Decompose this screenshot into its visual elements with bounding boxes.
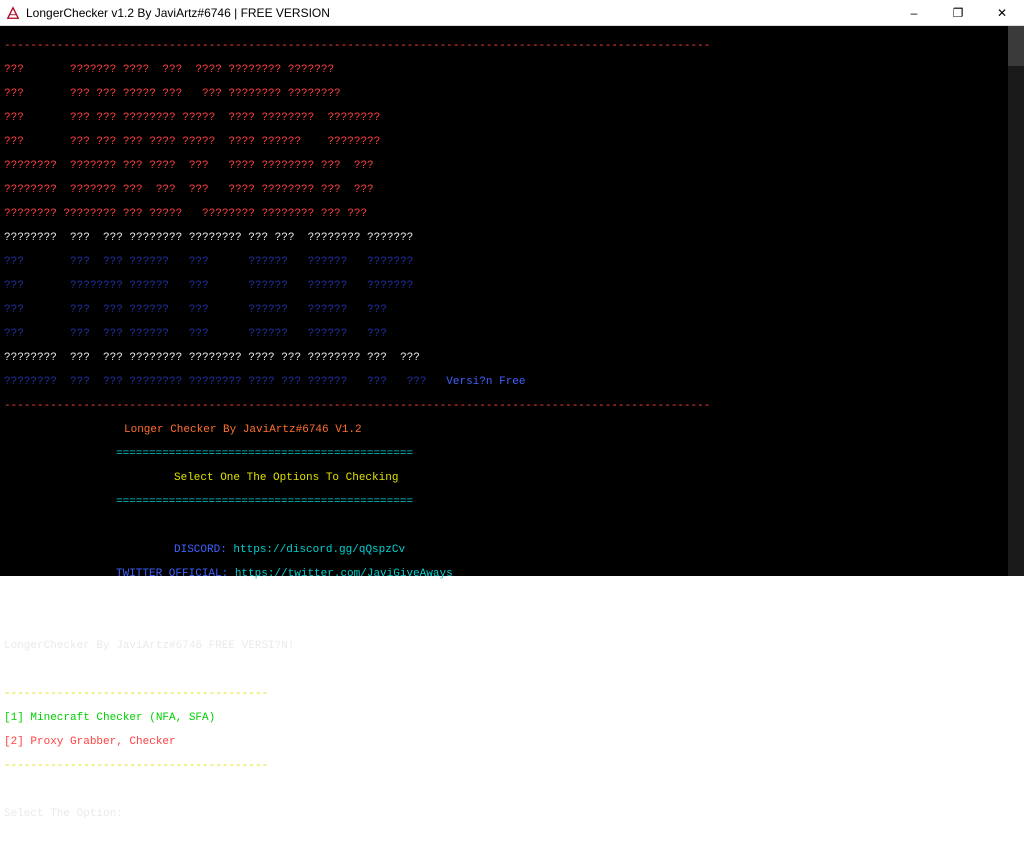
dash-small: ---------------------------------------- (4, 688, 1020, 700)
header-line-2: Select One The Options To Checking (4, 472, 1020, 484)
console-area: ----------------------------------------… (0, 26, 1024, 576)
ascii-row: ??? ??? ??? ?????? ??? ?????? ?????? ??? (4, 328, 1020, 340)
ascii-row: ???????? ???????? ??? ????? ???????? ???… (4, 208, 1020, 220)
blank-line (4, 616, 1020, 628)
blank-line (4, 664, 1020, 676)
ascii-seg: ???????? ??? ??? ???????? ???????? ???? … (4, 376, 426, 388)
app-icon (6, 6, 20, 20)
twitter-label: TWITTER OFFICIAL: (116, 568, 235, 580)
ascii-row: ???????? ??? ??? ???????? ???????? ???? … (4, 352, 1020, 364)
blank-line (4, 784, 1020, 796)
ascii-row: ???????? ??????? ??? ??? ??? ???? ??????… (4, 184, 1020, 196)
header-line-1: Longer Checker By JaviArtz#6746 V1.2 (4, 424, 1020, 436)
ascii-row: ??? ??? ??? ?????? ??? ?????? ?????? ??? (4, 304, 1020, 316)
eq-line: ========================================… (4, 448, 1020, 460)
dash-small: ---------------------------------------- (4, 760, 1020, 772)
twitter-url: https://twitter.com/JaviGiveAways (235, 568, 453, 580)
window-title: LongerChecker v1.2 By JaviArtz#6746 | FR… (26, 6, 330, 20)
dash-line-top: ----------------------------------------… (4, 40, 1020, 52)
discord-url: https://discord.gg/qQspzCv (233, 544, 405, 556)
ascii-row: ??? ??? ??? ??? ???? ????? ???? ?????? ?… (4, 136, 1020, 148)
minimize-button[interactable]: – (892, 0, 936, 26)
ascii-row: ???????? ??? ??? ???????? ???????? ??? ?… (4, 232, 1020, 244)
option-2[interactable]: [2] Proxy Grabber, Checker (4, 736, 1020, 748)
window-titlebar: LongerChecker v1.2 By JaviArtz#6746 | FR… (0, 0, 1024, 26)
ascii-row: ???????? ??????? ??? ???? ??? ???? ?????… (4, 160, 1020, 172)
dash-line-bottom: ----------------------------------------… (4, 400, 1020, 412)
blank-line (4, 592, 1020, 604)
option-1[interactable]: [1] Minecraft Checker (NFA, SFA) (4, 712, 1020, 724)
version-tag: Versi?n Free (446, 376, 525, 388)
free-version-line: LongerChecker By JaviArtz#6746 FREE VERS… (4, 640, 1020, 652)
blank-line (4, 520, 1020, 532)
discord-label: DISCORD: (174, 544, 233, 556)
ascii-row: ??? ??? ??? ?????? ??? ?????? ?????? ???… (4, 256, 1020, 268)
ascii-row: ??? ??????? ???? ??? ???? ???????? ?????… (4, 64, 1020, 76)
ascii-row: ??? ??? ??? ???????? ????? ???? ????????… (4, 112, 1020, 124)
maximize-button[interactable]: ❐ (936, 0, 980, 26)
select-prompt[interactable]: Select The Option: (4, 808, 1020, 820)
close-button[interactable]: ✕ (980, 0, 1024, 26)
ascii-row: ???????? ??? ??? ???????? ???????? ???? … (4, 376, 1020, 388)
twitter-line: TWITTER OFFICIAL: https://twitter.com/Ja… (4, 568, 1020, 580)
discord-line: DISCORD: https://discord.gg/qQspzCv (4, 544, 1020, 556)
vertical-scrollbar[interactable] (1008, 26, 1024, 576)
window-buttons: – ❐ ✕ (892, 0, 1024, 26)
scrollbar-thumb[interactable] (1008, 26, 1024, 66)
ascii-row: ??? ???????? ?????? ??? ?????? ?????? ??… (4, 280, 1020, 292)
ascii-row: ??? ??? ??? ????? ??? ??? ???????? ?????… (4, 88, 1020, 100)
eq-line: ========================================… (4, 496, 1020, 508)
